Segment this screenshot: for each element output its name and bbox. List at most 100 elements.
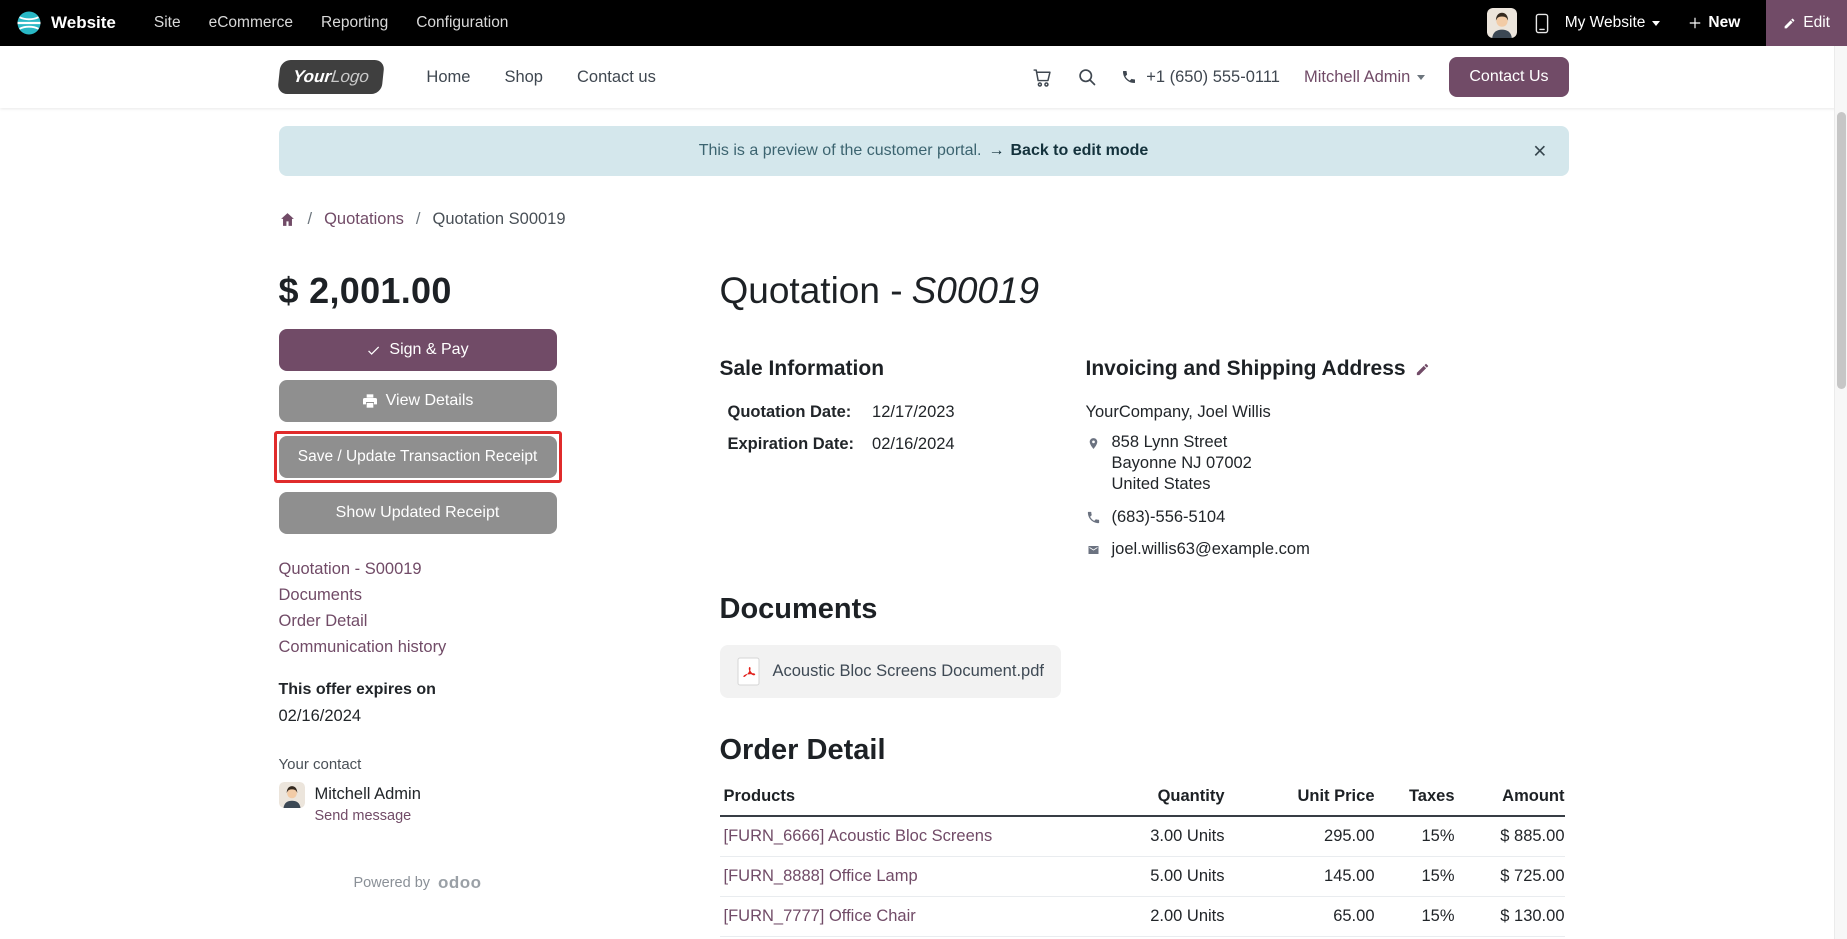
- sale-information-table: Quotation Date: 12/17/2023 Expiration Da…: [728, 403, 955, 467]
- breadcrumb-quotations[interactable]: Quotations: [324, 210, 404, 229]
- nav-shop[interactable]: Shop: [504, 68, 543, 87]
- check-icon: [366, 343, 381, 358]
- edit-address-pencil-icon[interactable]: [1415, 362, 1430, 377]
- topbar-right-cluster: My Website New Edit: [1487, 0, 1847, 46]
- mobile-preview-icon[interactable]: [1535, 13, 1549, 34]
- expiration-date-value: 02/16/2024: [872, 435, 955, 467]
- edit-button[interactable]: Edit: [1766, 0, 1847, 46]
- portal-sidebar: $ 2,001.00 Sign & Pay View Details Save …: [279, 269, 557, 939]
- sign-and-pay-button[interactable]: Sign & Pay: [279, 329, 557, 371]
- order-detail-heading: Order Detail: [720, 732, 1565, 768]
- document-filename: Acoustic Bloc Screens Document.pdf: [773, 662, 1044, 681]
- website-app-icon: [16, 10, 42, 36]
- table-row: [FURN_7777] Office Chair 2.00 Units 65.0…: [720, 897, 1565, 937]
- address-email: joel.willis63@example.com: [1112, 540, 1310, 559]
- table-row: Expiration Date: 02/16/2024: [728, 435, 955, 467]
- header-phone-link[interactable]: +1 (650) 555-0111: [1121, 68, 1280, 87]
- menu-configuration[interactable]: Configuration: [402, 0, 522, 46]
- site-nav: Home Shop Contact us: [426, 68, 655, 87]
- envelope-icon: [1086, 544, 1101, 556]
- back-to-edit-mode-link[interactable]: → Back to edit mode: [988, 142, 1148, 160]
- breadcrumb: / Quotations / Quotation S00019: [279, 210, 1569, 229]
- plus-icon: [1688, 16, 1702, 30]
- chevron-down-icon: [1652, 21, 1660, 26]
- col-quantity: Quantity: [1000, 780, 1225, 816]
- my-website-dropdown[interactable]: My Website: [1565, 14, 1661, 32]
- portal-preview-alert: This is a preview of the customer portal…: [279, 126, 1569, 176]
- quotation-document: Quotation -S00019 Sale Information Quota…: [720, 269, 1565, 939]
- website-header: YourLogo Home Shop Contact us: [0, 46, 1847, 108]
- nav-home[interactable]: Home: [426, 68, 470, 87]
- user-account-dropdown[interactable]: Mitchell Admin: [1304, 68, 1425, 87]
- phone-icon: [1086, 510, 1101, 525]
- quotation-amount: $ 2,001.00: [279, 269, 557, 313]
- cell-taxes: 15%: [1375, 816, 1455, 857]
- sidebar-link-quotation[interactable]: Quotation - S00019: [279, 560, 557, 579]
- brand-label: Website: [51, 13, 116, 33]
- table-row: [FURN_6666] Acoustic Bloc Screens 3.00 U…: [720, 816, 1565, 857]
- back-to-edit-mode-label: Back to edit mode: [1010, 142, 1148, 160]
- contact-name: Mitchell Admin: [315, 782, 421, 806]
- cell-amount: $ 885.00: [1455, 816, 1565, 857]
- sidebar-link-communication-history[interactable]: Communication history: [279, 638, 557, 657]
- col-products: Products: [720, 780, 1000, 816]
- order-lines-table: Products Quantity Unit Price Taxes Amoun…: [720, 780, 1565, 937]
- sidebar-link-order-detail[interactable]: Order Detail: [279, 612, 557, 631]
- phone-icon: [1121, 69, 1137, 85]
- backend-menu: Site eCommerce Reporting Configuration: [140, 0, 523, 46]
- show-updated-receipt-button[interactable]: Show Updated Receipt: [279, 492, 557, 534]
- menu-reporting[interactable]: Reporting: [307, 0, 402, 46]
- quotation-date-value: 12/17/2023: [872, 403, 955, 435]
- cart-icon[interactable]: [1032, 67, 1053, 88]
- my-website-label: My Website: [1565, 14, 1646, 32]
- product-link[interactable]: [FURN_7777] Office Chair: [724, 907, 916, 925]
- alert-close-icon[interactable]: ×: [1527, 139, 1552, 164]
- send-message-link[interactable]: Send message: [315, 808, 412, 824]
- product-link[interactable]: [FURN_6666] Acoustic Bloc Screens: [724, 827, 993, 845]
- page-title-reference: S00019: [912, 270, 1040, 311]
- search-icon[interactable]: [1077, 67, 1097, 87]
- new-button[interactable]: New: [1682, 13, 1746, 33]
- cell-taxes: 15%: [1375, 857, 1455, 897]
- cell-unit-price: 145.00: [1225, 857, 1375, 897]
- col-taxes: Taxes: [1375, 780, 1455, 816]
- menu-ecommerce[interactable]: eCommerce: [195, 0, 307, 46]
- logo-text-your: Your: [292, 67, 332, 86]
- cell-quantity: 2.00 Units: [1000, 897, 1225, 937]
- new-label: New: [1708, 14, 1740, 32]
- sidebar-link-documents[interactable]: Documents: [279, 586, 557, 605]
- quotation-date-label: Quotation Date:: [728, 403, 873, 435]
- sale-information-heading: Sale Information: [720, 356, 1086, 382]
- cell-quantity: 5.00 Units: [1000, 857, 1225, 897]
- view-details-button[interactable]: View Details: [279, 380, 557, 422]
- header-phone-number: +1 (650) 555-0111: [1146, 68, 1280, 87]
- menu-site[interactable]: Site: [140, 0, 195, 46]
- annotation-highlight: Save / Update Transaction Receipt: [274, 431, 562, 483]
- user-avatar-menu[interactable]: [1487, 8, 1517, 38]
- save-update-transaction-receipt-button[interactable]: Save / Update Transaction Receipt: [279, 436, 557, 478]
- page-title: Quotation -S00019: [720, 269, 1565, 313]
- map-pin-icon: [1086, 432, 1101, 495]
- document-attachment-card[interactable]: Acoustic Bloc Screens Document.pdf: [720, 645, 1061, 698]
- contact-us-button[interactable]: Contact Us: [1449, 57, 1568, 97]
- address-street: 858 Lynn Street: [1112, 432, 1252, 453]
- odoo-website-app-menu[interactable]: Website: [16, 10, 116, 36]
- cell-unit-price: 65.00: [1225, 897, 1375, 937]
- arrow-right-icon: →: [988, 142, 1004, 160]
- contact-card: Mitchell Admin Send message: [279, 782, 557, 825]
- header-right-cluster: +1 (650) 555-0111 Mitchell Admin Contact…: [1032, 57, 1568, 97]
- your-contact-label: Your contact: [279, 756, 557, 773]
- table-row: Quotation Date: 12/17/2023: [728, 403, 955, 435]
- odoo-logo[interactable]: odoo: [438, 873, 482, 893]
- powered-by: Powered by odoo: [279, 873, 557, 893]
- home-icon[interactable]: [279, 211, 296, 228]
- nav-contact-us[interactable]: Contact us: [577, 68, 656, 87]
- printer-icon: [362, 393, 378, 409]
- alert-text: This is a preview of the customer portal…: [699, 142, 982, 160]
- scrollbar-thumb[interactable]: [1837, 112, 1846, 389]
- your-logo[interactable]: YourLogo: [277, 60, 384, 94]
- product-link[interactable]: [FURN_8888] Office Lamp: [724, 867, 918, 885]
- address-email-row: joel.willis63@example.com: [1086, 540, 1565, 559]
- invoicing-shipping-address-section: Invoicing and Shipping Address YourCompa…: [1086, 335, 1565, 559]
- expiration-date-label: Expiration Date:: [728, 435, 873, 467]
